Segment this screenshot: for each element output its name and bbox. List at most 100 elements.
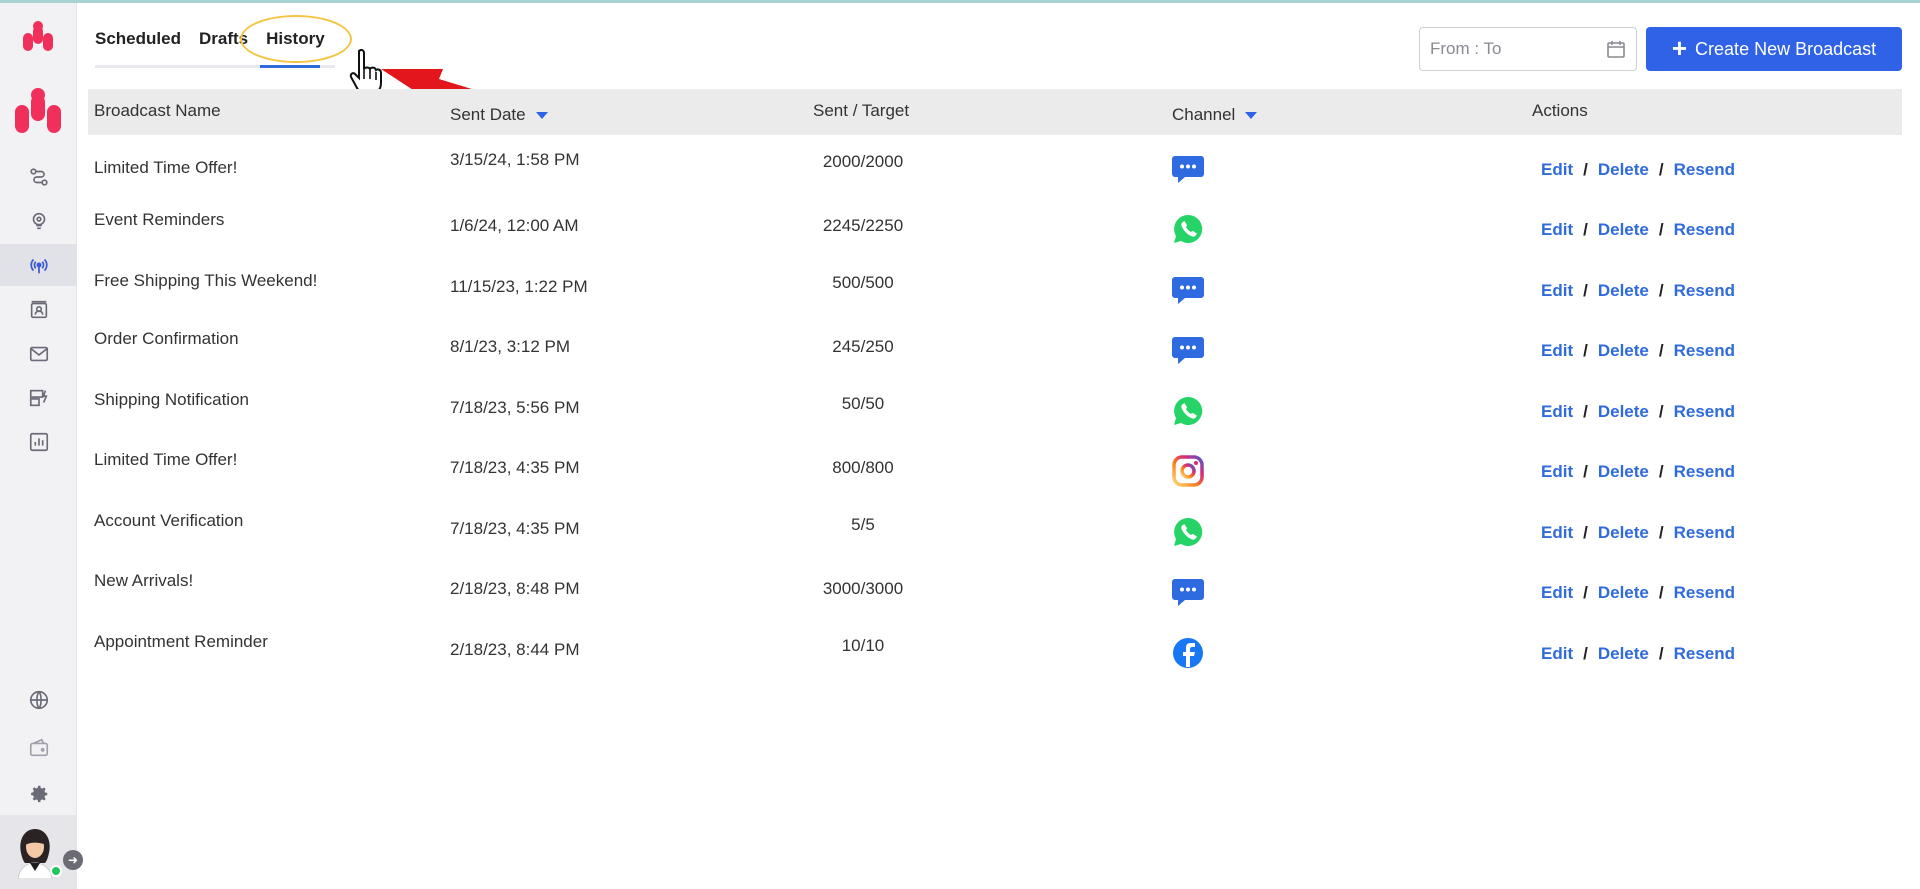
analytics-icon[interactable] [0,421,77,463]
tab-drafts[interactable]: Drafts [199,23,248,71]
delete-link[interactable]: Delete [1598,220,1649,240]
brand-logo-icon[interactable] [20,19,56,55]
sent-date: 11/15/23, 1:22 PM [450,277,588,296]
bulb-icon[interactable] [0,200,77,242]
action-separator: / [1583,583,1588,602]
edit-link[interactable]: Edit [1541,462,1573,482]
header-actions: Actions [1532,101,1588,120]
broadcast-name: Account Verification [94,511,244,530]
row-actions: Edit / Delete / Resend [1541,160,1735,180]
edit-link[interactable]: Edit [1541,281,1573,301]
delete-link[interactable]: Delete [1598,462,1649,482]
delete-link[interactable]: Delete [1598,583,1649,603]
date-range-input[interactable]: From : To [1419,27,1637,71]
row-actions: Edit / Delete / Resend [1541,341,1735,361]
table-row: Event Reminders 1/6/24, 12:00 AM 2245/2250… [88,206,1902,266]
action-separator: / [1658,160,1664,179]
edit-link[interactable]: Edit [1541,583,1573,603]
edit-link[interactable]: Edit [1541,523,1573,543]
sent-date: 2/18/23, 8:44 PM [450,640,580,659]
action-separator: / [1583,644,1588,663]
gear-icon[interactable] [0,773,77,815]
resend-link[interactable]: Resend [1674,523,1735,543]
plus-icon: + [1671,32,1688,63]
sent-date: 3/15/24, 1:58 PM [450,150,580,169]
contacts-icon[interactable] [0,289,77,331]
resend-link[interactable]: Resend [1674,281,1735,301]
sent-target: 800/800 [832,458,894,477]
delete-link[interactable]: Delete [1598,281,1649,301]
header-sent-target: Sent / Target [813,101,910,120]
wallet-icon[interactable] [0,727,77,769]
broadcast-name: New Arrivals! [94,571,194,590]
table-row: Limited Time Offer! 7/18/23, 4:35 PM 800/8… [88,448,1902,508]
resend-link[interactable]: Resend [1674,220,1735,240]
create-button-label: Create New Broadcast [1695,38,1877,59]
table-header: Broadcast Name Sent Date Sent / Target C… [88,89,1902,135]
action-separator: / [1658,523,1664,542]
edit-link[interactable]: Edit [1541,402,1573,422]
flow-icon[interactable] [0,156,77,198]
header-broadcast-name: Broadcast Name [94,101,221,120]
row-actions: Edit / Delete / Resend [1541,402,1735,422]
instagram-channel-icon [1171,454,1205,488]
sent-date: 7/18/23, 4:35 PM [450,458,580,477]
delete-link[interactable]: Delete [1598,523,1649,543]
resend-link[interactable]: Resend [1674,644,1735,664]
action-separator: / [1658,462,1664,481]
table-row: Account Verification 7/18/23, 4:35 PM 5/5 E… [88,509,1902,569]
action-separator: / [1583,402,1588,421]
delete-link[interactable]: Delete [1598,644,1649,664]
tab-underline [95,65,335,68]
edit-link[interactable]: Edit [1541,341,1573,361]
create-new-broadcast-button[interactable]: + Create New Broadcast [1646,27,1902,71]
broadcast-name: Limited Time Offer! [94,158,238,177]
globe-icon[interactable] [0,679,77,721]
edit-link[interactable]: Edit [1541,644,1573,664]
header-sent-date[interactable]: Sent Date [450,105,548,125]
brand-logo-large-icon [15,88,61,133]
action-separator: / [1658,402,1664,421]
highlight-circle [240,15,352,63]
facebook-channel-icon [1171,636,1205,670]
delete-link[interactable]: Delete [1598,160,1649,180]
action-separator: / [1658,644,1664,663]
calendar-icon[interactable] [1606,39,1626,59]
action-separator: / [1658,583,1664,602]
edit-link[interactable]: Edit [1541,160,1573,180]
resend-link[interactable]: Resend [1674,462,1735,482]
date-range-placeholder: From : To [1430,39,1502,58]
row-actions: Edit / Delete / Resend [1541,462,1735,482]
row-actions: Edit / Delete / Resend [1541,583,1735,603]
delete-link[interactable]: Delete [1598,402,1649,422]
tab-scheduled[interactable]: Scheduled [95,23,181,71]
filter-caret-icon[interactable] [1245,111,1258,119]
delete-link[interactable]: Delete [1598,341,1649,361]
sent-date: 7/18/23, 5:56 PM [450,398,580,417]
whatsapp-channel-icon [1171,212,1205,246]
sort-caret-icon[interactable] [535,111,548,119]
action-separator: / [1583,220,1588,239]
broadcast-icon[interactable] [0,244,77,286]
edit-link[interactable]: Edit [1541,220,1573,240]
whatsapp-channel-icon [1171,515,1205,549]
table-row: Limited Time Offer! 3/15/24, 1:58 PM 2000/… [88,146,1902,206]
online-status-dot [50,865,62,877]
table-row: Free Shipping This Weekend! 11/15/23, 1:2… [88,267,1902,327]
sent-target: 3000/3000 [822,579,904,598]
resend-link[interactable]: Resend [1674,583,1735,603]
user-profile[interactable]: ➜ [0,815,83,889]
sent-target: 2245/2250 [822,216,904,235]
table-row: Order Confirmation 8/1/23, 3:12 PM 245/250… [88,327,1902,387]
broadcast-name: Event Reminders [94,210,225,229]
row-actions: Edit / Delete / Resend [1541,644,1735,664]
sidebar: ➜ [0,3,83,889]
main-content: Scheduled Drafts History From : To + Cre… [77,3,1920,889]
broadcast-name: Limited Time Offer! [94,450,238,469]
resend-link[interactable]: Resend [1674,160,1735,180]
templates-icon[interactable] [0,377,77,419]
header-channel[interactable]: Channel [1172,105,1258,125]
resend-link[interactable]: Resend [1674,402,1735,422]
resend-link[interactable]: Resend [1674,341,1735,361]
mail-icon[interactable] [0,333,77,375]
